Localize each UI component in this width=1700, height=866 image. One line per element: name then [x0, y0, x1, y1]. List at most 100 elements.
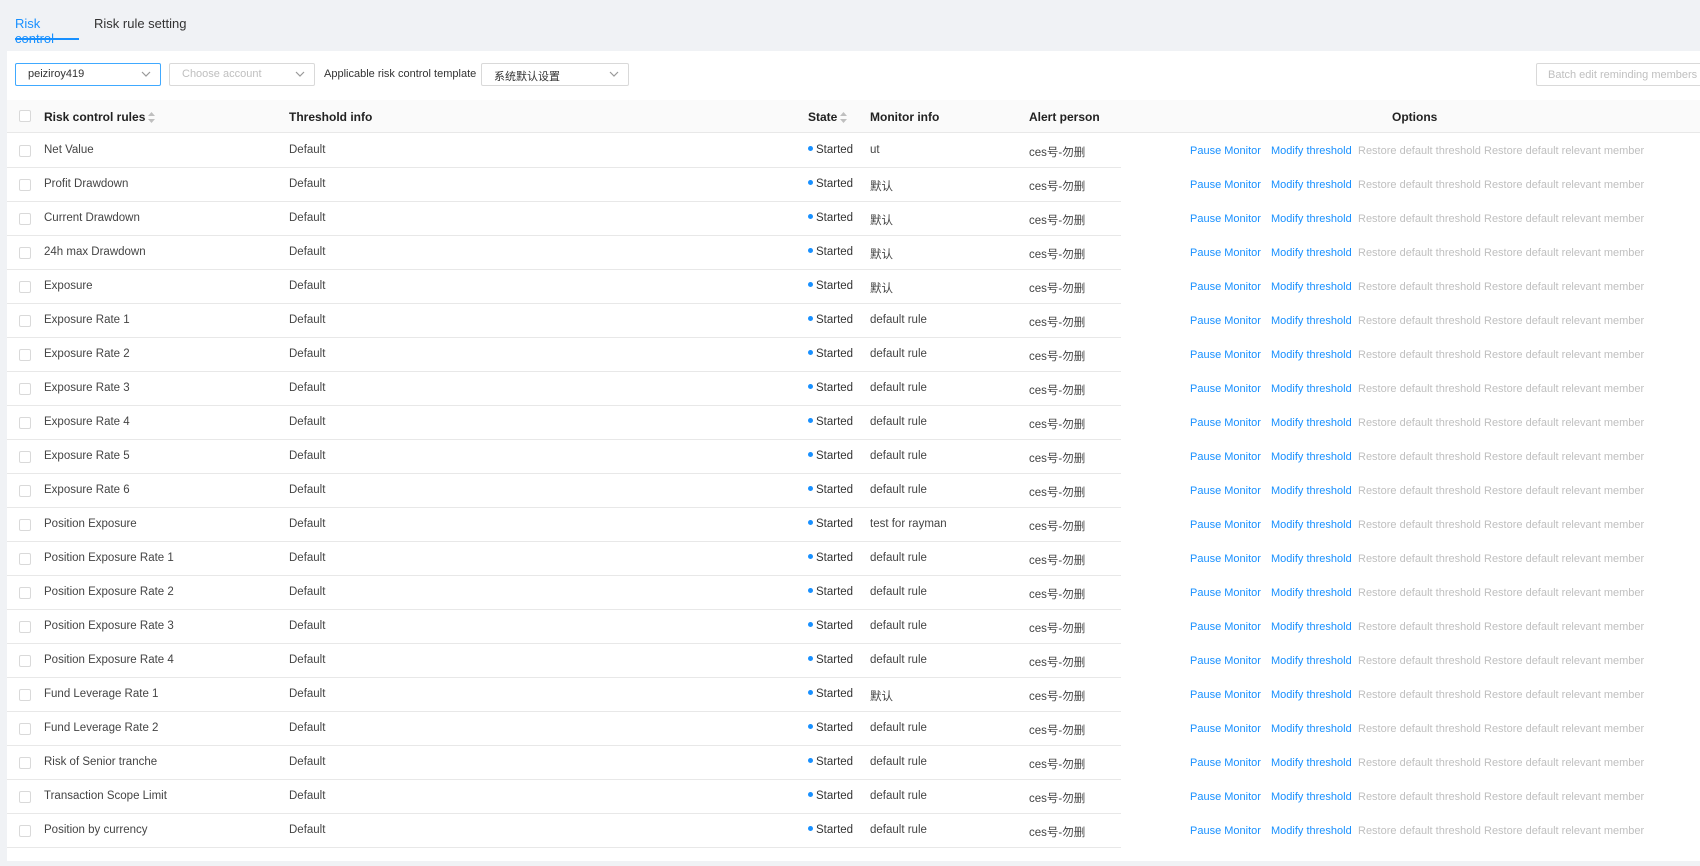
modify-threshold-link[interactable]: Modify threshold — [1271, 689, 1352, 701]
select-all-checkbox[interactable] — [19, 110, 31, 122]
restore-default-threshold-link[interactable]: Restore default threshold — [1358, 791, 1481, 803]
restore-default-member-link[interactable]: Restore default relevant member — [1484, 757, 1644, 769]
tab-risk-control[interactable]: Risk control — [15, 16, 79, 46]
restore-default-threshold-link[interactable]: Restore default threshold — [1358, 451, 1481, 463]
restore-default-member-link[interactable]: Restore default relevant member — [1484, 723, 1644, 735]
modify-threshold-link[interactable]: Modify threshold — [1271, 179, 1352, 191]
pause-monitor-link[interactable]: Pause Monitor — [1190, 655, 1261, 667]
pause-monitor-link[interactable]: Pause Monitor — [1190, 179, 1261, 191]
pause-monitor-link[interactable]: Pause Monitor — [1190, 519, 1261, 531]
pause-monitor-link[interactable]: Pause Monitor — [1190, 553, 1261, 565]
template-select[interactable]: 系统默认设置 — [481, 63, 629, 86]
restore-default-threshold-link[interactable]: Restore default threshold — [1358, 349, 1481, 361]
row-checkbox[interactable] — [19, 519, 31, 531]
row-checkbox[interactable] — [19, 349, 31, 361]
row-checkbox[interactable] — [19, 825, 31, 837]
batch-edit-button[interactable]: Batch edit reminding members — [1536, 63, 1700, 86]
modify-threshold-link[interactable]: Modify threshold — [1271, 145, 1352, 157]
restore-default-member-link[interactable]: Restore default relevant member — [1484, 247, 1644, 259]
row-checkbox[interactable] — [19, 587, 31, 599]
restore-default-threshold-link[interactable]: Restore default threshold — [1358, 247, 1481, 259]
column-header-state[interactable]: State — [808, 110, 848, 124]
row-checkbox[interactable] — [19, 247, 31, 259]
sort-icon[interactable] — [840, 112, 848, 124]
pause-monitor-link[interactable]: Pause Monitor — [1190, 349, 1261, 361]
restore-default-member-link[interactable]: Restore default relevant member — [1484, 145, 1644, 157]
row-checkbox[interactable] — [19, 281, 31, 293]
restore-default-threshold-link[interactable]: Restore default threshold — [1358, 213, 1481, 225]
modify-threshold-link[interactable]: Modify threshold — [1271, 417, 1352, 429]
modify-threshold-link[interactable]: Modify threshold — [1271, 383, 1352, 395]
modify-threshold-link[interactable]: Modify threshold — [1271, 349, 1352, 361]
restore-default-threshold-link[interactable]: Restore default threshold — [1358, 723, 1481, 735]
modify-threshold-link[interactable]: Modify threshold — [1271, 281, 1352, 293]
row-checkbox[interactable] — [19, 383, 31, 395]
pause-monitor-link[interactable]: Pause Monitor — [1190, 757, 1261, 769]
account-group-select[interactable]: peiziroy419 — [15, 63, 161, 86]
pause-monitor-link[interactable]: Pause Monitor — [1190, 315, 1261, 327]
tab-risk-rule-setting[interactable]: Risk rule setting — [94, 16, 186, 40]
restore-default-member-link[interactable]: Restore default relevant member — [1484, 621, 1644, 633]
row-checkbox[interactable] — [19, 791, 31, 803]
restore-default-threshold-link[interactable]: Restore default threshold — [1358, 281, 1481, 293]
restore-default-member-link[interactable]: Restore default relevant member — [1484, 383, 1644, 395]
modify-threshold-link[interactable]: Modify threshold — [1271, 213, 1352, 225]
modify-threshold-link[interactable]: Modify threshold — [1271, 621, 1352, 633]
pause-monitor-link[interactable]: Pause Monitor — [1190, 689, 1261, 701]
modify-threshold-link[interactable]: Modify threshold — [1271, 791, 1352, 803]
row-checkbox[interactable] — [19, 315, 31, 327]
pause-monitor-link[interactable]: Pause Monitor — [1190, 145, 1261, 157]
row-checkbox[interactable] — [19, 145, 31, 157]
pause-monitor-link[interactable]: Pause Monitor — [1190, 451, 1261, 463]
restore-default-threshold-link[interactable]: Restore default threshold — [1358, 553, 1481, 565]
restore-default-member-link[interactable]: Restore default relevant member — [1484, 689, 1644, 701]
modify-threshold-link[interactable]: Modify threshold — [1271, 553, 1352, 565]
row-checkbox[interactable] — [19, 655, 31, 667]
modify-threshold-link[interactable]: Modify threshold — [1271, 451, 1352, 463]
restore-default-threshold-link[interactable]: Restore default threshold — [1358, 519, 1481, 531]
row-checkbox[interactable] — [19, 213, 31, 225]
modify-threshold-link[interactable]: Modify threshold — [1271, 655, 1352, 667]
row-checkbox[interactable] — [19, 621, 31, 633]
restore-default-member-link[interactable]: Restore default relevant member — [1484, 451, 1644, 463]
restore-default-member-link[interactable]: Restore default relevant member — [1484, 825, 1644, 837]
row-checkbox[interactable] — [19, 417, 31, 429]
restore-default-threshold-link[interactable]: Restore default threshold — [1358, 689, 1481, 701]
restore-default-threshold-link[interactable]: Restore default threshold — [1358, 825, 1481, 837]
restore-default-threshold-link[interactable]: Restore default threshold — [1358, 655, 1481, 667]
pause-monitor-link[interactable]: Pause Monitor — [1190, 825, 1261, 837]
pause-monitor-link[interactable]: Pause Monitor — [1190, 247, 1261, 259]
account-select[interactable]: Choose account — [169, 63, 315, 86]
restore-default-member-link[interactable]: Restore default relevant member — [1484, 349, 1644, 361]
row-checkbox[interactable] — [19, 485, 31, 497]
modify-threshold-link[interactable]: Modify threshold — [1271, 723, 1352, 735]
restore-default-member-link[interactable]: Restore default relevant member — [1484, 281, 1644, 293]
modify-threshold-link[interactable]: Modify threshold — [1271, 757, 1352, 769]
pause-monitor-link[interactable]: Pause Monitor — [1190, 621, 1261, 633]
pause-monitor-link[interactable]: Pause Monitor — [1190, 383, 1261, 395]
row-checkbox[interactable] — [19, 689, 31, 701]
restore-default-threshold-link[interactable]: Restore default threshold — [1358, 417, 1481, 429]
restore-default-threshold-link[interactable]: Restore default threshold — [1358, 145, 1481, 157]
restore-default-threshold-link[interactable]: Restore default threshold — [1358, 757, 1481, 769]
restore-default-member-link[interactable]: Restore default relevant member — [1484, 179, 1644, 191]
restore-default-member-link[interactable]: Restore default relevant member — [1484, 315, 1644, 327]
modify-threshold-link[interactable]: Modify threshold — [1271, 587, 1352, 599]
modify-threshold-link[interactable]: Modify threshold — [1271, 247, 1352, 259]
pause-monitor-link[interactable]: Pause Monitor — [1190, 485, 1261, 497]
row-checkbox[interactable] — [19, 451, 31, 463]
restore-default-threshold-link[interactable]: Restore default threshold — [1358, 621, 1481, 633]
restore-default-member-link[interactable]: Restore default relevant member — [1484, 791, 1644, 803]
restore-default-member-link[interactable]: Restore default relevant member — [1484, 213, 1644, 225]
restore-default-threshold-link[interactable]: Restore default threshold — [1358, 383, 1481, 395]
pause-monitor-link[interactable]: Pause Monitor — [1190, 281, 1261, 293]
row-checkbox[interactable] — [19, 179, 31, 191]
pause-monitor-link[interactable]: Pause Monitor — [1190, 417, 1261, 429]
modify-threshold-link[interactable]: Modify threshold — [1271, 825, 1352, 837]
restore-default-threshold-link[interactable]: Restore default threshold — [1358, 315, 1481, 327]
modify-threshold-link[interactable]: Modify threshold — [1271, 485, 1352, 497]
restore-default-member-link[interactable]: Restore default relevant member — [1484, 655, 1644, 667]
restore-default-member-link[interactable]: Restore default relevant member — [1484, 587, 1644, 599]
restore-default-member-link[interactable]: Restore default relevant member — [1484, 519, 1644, 531]
column-header-rule[interactable]: Risk control rules — [44, 110, 156, 124]
